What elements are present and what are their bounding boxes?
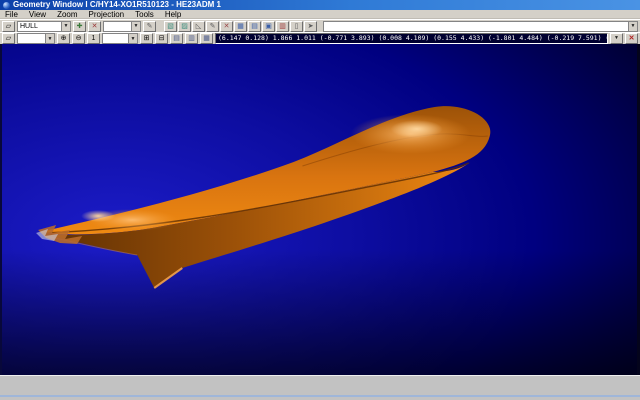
plus-icon: ✚ (77, 23, 83, 30)
part-select[interactable]: ▼ (103, 21, 141, 32)
scale-combo[interactable]: ▼ (17, 33, 55, 44)
hull-select-value: HULL (18, 22, 61, 31)
menu-projection[interactable]: Projection (89, 10, 125, 19)
grid-view-button[interactable]: ▤ (248, 21, 261, 32)
menu-tools[interactable]: Tools (135, 10, 154, 19)
zoom-in-icon: ⊕ (61, 35, 67, 42)
pick-button[interactable]: ✎ (143, 21, 156, 32)
cross-icon: ✕ (92, 23, 98, 30)
zoom-out-icon: ⊖ (76, 35, 82, 42)
menu-help[interactable]: Help (165, 10, 181, 19)
coordinate-readout[interactable]: (6.147 0.128) 1.866 1.011 (-0.771 3.893)… (215, 33, 608, 44)
view-combo[interactable]: ▼ (102, 33, 138, 44)
fit-button[interactable]: ⊟ (155, 33, 168, 44)
table-view-button[interactable]: ▦ (234, 21, 247, 32)
viewport-3d[interactable] (0, 44, 640, 375)
chevron-down-icon[interactable]: ▼ (45, 34, 54, 43)
chevron-down-icon[interactable]: ▼ (61, 22, 70, 31)
pan-icon: ⊞ (144, 35, 150, 42)
coord-history-button[interactable]: ▼ (610, 33, 623, 44)
hull-select[interactable]: HULL ▼ (17, 21, 71, 32)
pan-button[interactable]: ⊞ (140, 33, 153, 44)
pencil-icon: ✎ (210, 23, 216, 30)
part-select-value (104, 22, 131, 31)
toolbar-main: ▱ HULL ▼ ✚ ✕ ▼ ✎ ▧ ▨ ◺ ✎ ✕ ▦ ▤ ▣ ▥ ▯ ➤ ▼ (0, 19, 640, 32)
hull-3d-model (2, 44, 637, 375)
grid-icon: ▥ (188, 35, 195, 42)
layers-button[interactable]: ▱ (2, 21, 15, 32)
zoom-out-button[interactable]: ⊖ (72, 33, 85, 44)
zoom-reset-button[interactable]: 1 (87, 33, 100, 44)
hull-highlight-bow (81, 210, 115, 222)
remove-button[interactable]: ✕ (88, 21, 101, 32)
patch-button[interactable]: ▥ (276, 21, 289, 32)
menu-file[interactable]: File (5, 10, 18, 19)
pointer-button[interactable]: ➤ (304, 21, 317, 32)
app-window: Geometry Window I C/HY14-XO1R510123 - HE… (0, 0, 640, 400)
status-bar (0, 375, 640, 400)
hull-highlight-stern (391, 120, 443, 138)
menu-view[interactable]: View (29, 10, 46, 19)
wireframe-view-icon: ▨ (181, 23, 188, 30)
grid-icon: ▦ (203, 35, 210, 42)
toolbar-coords: ▱ ▼ ⊕ ⊖ 1 ▼ ⊞ ⊟ ▤ ▥ ▦ (6.147 0.128) 1.86… (0, 32, 640, 44)
pointer-icon: ➤ (308, 23, 314, 30)
chevron-down-icon[interactable]: ▼ (128, 34, 137, 43)
window-view-button[interactable]: ▣ (262, 21, 275, 32)
wireframe-view-button[interactable]: ▨ (178, 21, 191, 32)
grid-icon: ▤ (251, 23, 258, 30)
pencil-icon: ✎ (147, 23, 153, 30)
chevron-down-icon[interactable]: ▼ (131, 22, 140, 31)
coord-mode-3-button[interactable]: ▦ (200, 33, 213, 44)
menu-bar: File View Zoom Projection Tools Help (0, 10, 640, 19)
title-bar: Geometry Window I C/HY14-XO1R510123 - HE… (0, 0, 640, 10)
menu-zoom[interactable]: Zoom (57, 10, 77, 19)
section-button[interactable]: ◺ (192, 21, 205, 32)
window-icon: ▣ (265, 23, 272, 30)
close-bar-button[interactable]: ✕ (625, 33, 638, 44)
object-name-combo[interactable]: ▼ (323, 21, 638, 32)
scale-combo-value (18, 34, 45, 43)
document-icon: ▯ (295, 23, 299, 30)
table-icon: ▦ (237, 23, 244, 30)
document-button[interactable]: ▯ (290, 21, 303, 32)
app-icon (3, 2, 10, 9)
object-name-value (324, 22, 628, 31)
chevron-down-icon: ▼ (614, 35, 619, 42)
shaded-view-button[interactable]: ▧ (164, 21, 177, 32)
zoom-in-button[interactable]: ⊕ (57, 33, 70, 44)
cross-icon: ✕ (224, 23, 230, 30)
view-combo-value (103, 34, 128, 43)
coord-mode-1-button[interactable]: ▤ (170, 33, 183, 44)
view-tools-group: ▧ ▨ ◺ ✎ ✕ ▦ ▤ ▣ ▥ ▯ ➤ (164, 21, 317, 32)
delete-button[interactable]: ✕ (220, 21, 233, 32)
edit-button[interactable]: ✎ (206, 21, 219, 32)
triangle-icon: ◺ (196, 23, 201, 30)
chevron-down-icon[interactable]: ▼ (628, 22, 637, 31)
grid-icon: ▤ (173, 35, 180, 42)
window-title: Geometry Window I C/HY14-XO1R510123 - HE… (13, 0, 221, 10)
add-button[interactable]: ✚ (73, 21, 86, 32)
patch-icon: ▥ (279, 23, 286, 30)
coord-mode-2-button[interactable]: ▥ (185, 33, 198, 44)
snap-button[interactable]: ▱ (2, 33, 15, 44)
close-icon: ✕ (629, 35, 635, 42)
zoom-reset-icon: 1 (92, 35, 96, 42)
fit-icon: ⊟ (159, 35, 165, 42)
shaded-view-icon: ▧ (167, 23, 174, 30)
